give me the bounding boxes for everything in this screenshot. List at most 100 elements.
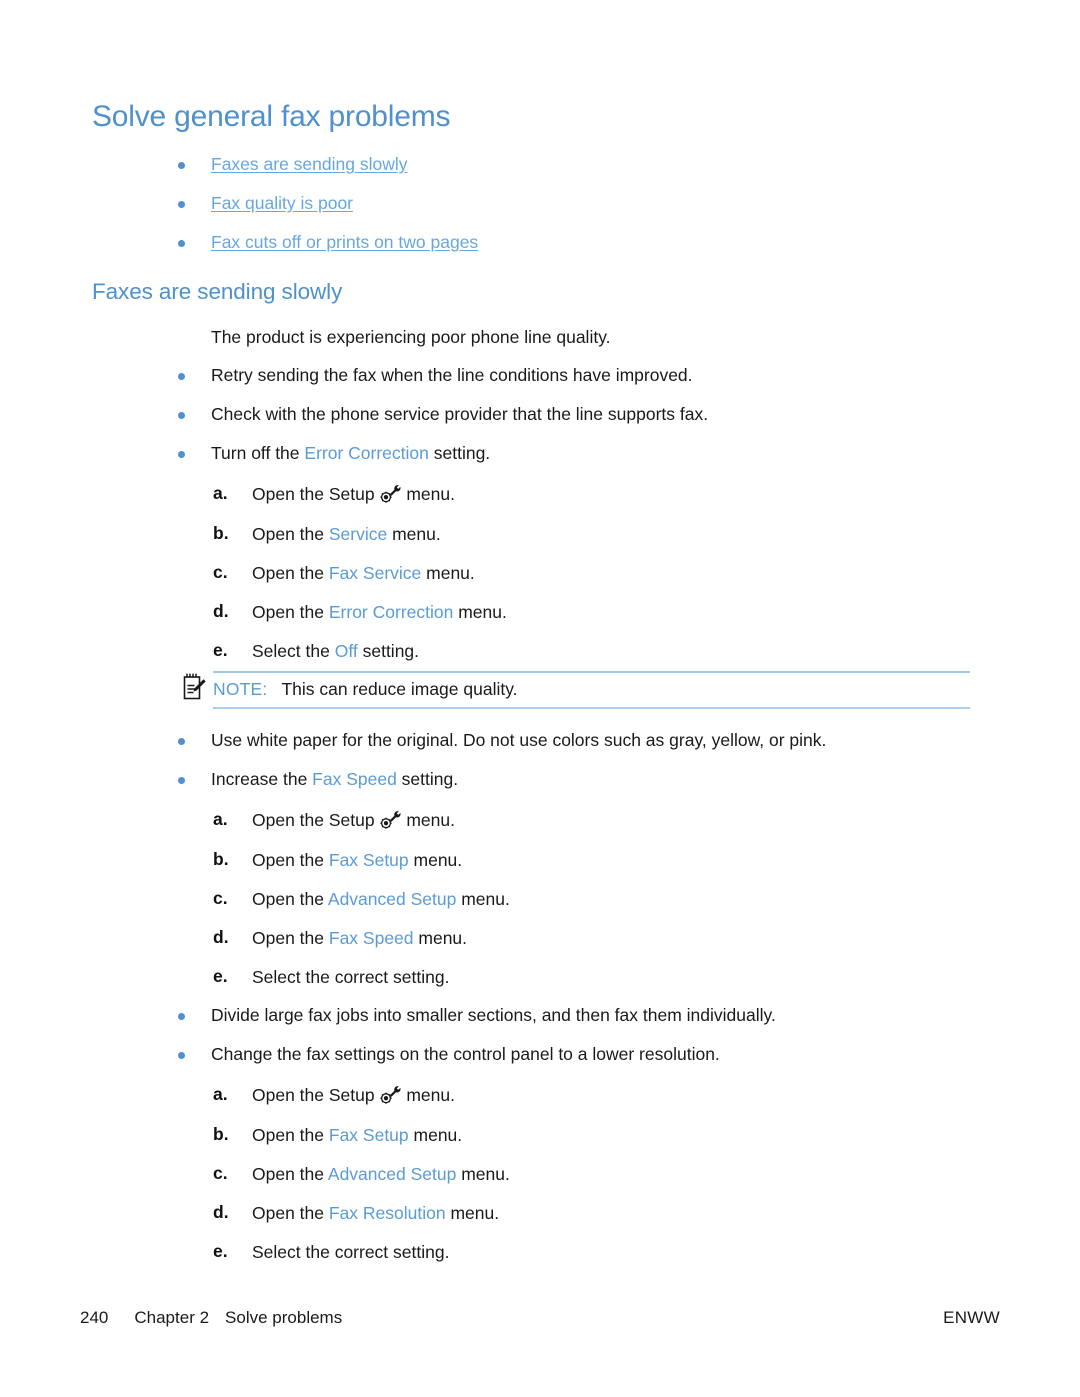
text-post: menu.: [387, 524, 441, 544]
text-pre: Open the: [252, 602, 329, 622]
ui-term: Advanced Setup: [327, 889, 457, 909]
note-text: This can reduce image quality.: [281, 679, 518, 699]
step-item: Open the Advanced Setup menu.: [252, 888, 510, 910]
ui-term: Off: [334, 641, 358, 661]
step-marker: e.: [213, 1241, 228, 1261]
intro-paragraph: The product is experiencing poor phone l…: [211, 327, 611, 347]
text-pre: Open the: [252, 928, 329, 948]
text-pre: Open the Setup: [252, 484, 380, 504]
text-pre: Increase the: [211, 769, 313, 789]
step-item: Select the correct setting.: [252, 1241, 449, 1263]
notepad-pencil-icon: [182, 672, 208, 702]
step-item: Select the Off setting.: [252, 640, 419, 662]
step-marker: e.: [213, 966, 228, 986]
toc-link-label[interactable]: Fax cuts off or prints on two pages: [211, 232, 478, 252]
list-item: Increase the Fax Speed setting.: [211, 768, 458, 790]
list-item: Turn off the Error Correction setting.: [211, 442, 490, 464]
note-admonition: NOTE: This can reduce image quality.: [182, 668, 972, 718]
note-body: NOTE: This can reduce image quality.: [213, 678, 518, 700]
list-bullet: [178, 738, 185, 745]
text-pre: Open the: [252, 889, 328, 909]
toc-item-2[interactable]: Fax cuts off or prints on two pages: [211, 231, 478, 253]
text-pre: Select the: [252, 641, 335, 661]
step-marker: a.: [213, 483, 228, 503]
step-marker: e.: [213, 640, 228, 660]
setup-gear-wrench-icon: [379, 484, 401, 504]
text-post: menu.: [413, 928, 468, 948]
toc-link-label[interactable]: Fax quality is poor: [211, 193, 353, 213]
step-marker: c.: [213, 1163, 228, 1183]
toc-bullet: [178, 201, 185, 208]
footer-chapter-title: Solve problems: [225, 1308, 343, 1327]
step-item: Open the Error Correction menu.: [252, 601, 507, 623]
setup-gear-wrench-icon: [379, 1085, 401, 1105]
list-item: Retry sending the fax when the line cond…: [211, 365, 693, 385]
ui-term: Fax Speed: [312, 769, 397, 789]
step-marker: b.: [213, 1124, 229, 1144]
list-item: Use white paper for the original. Do not…: [211, 730, 827, 750]
ui-term: Error Correction: [328, 602, 454, 622]
text-post: menu.: [401, 484, 455, 504]
text-pre: Open the: [252, 850, 329, 870]
note-label: NOTE:: [213, 679, 268, 699]
step-marker: d.: [213, 601, 229, 621]
toc-item-1[interactable]: Fax quality is poor: [211, 192, 353, 214]
list-item: Check with the phone service provider th…: [211, 404, 709, 424]
text-pre: Open the: [252, 563, 329, 583]
text-post: setting.: [357, 641, 420, 661]
step-item: Open the Fax Setup menu.: [252, 849, 462, 871]
step-item: Open the Service menu.: [252, 523, 441, 545]
step-item: Open the Setup menu.: [252, 1084, 455, 1106]
step-marker: d.: [213, 927, 229, 947]
list-bullet: [178, 777, 185, 784]
text-post: setting.: [428, 443, 491, 463]
ui-term: Fax Resolution: [328, 1203, 446, 1223]
text-pre: Turn off the: [211, 443, 305, 463]
text-post: menu.: [453, 602, 507, 622]
step-marker: c.: [213, 888, 228, 908]
toc-item-0[interactable]: Faxes are sending slowly: [211, 153, 407, 175]
list-item: Divide large fax jobs into smaller secti…: [211, 1005, 776, 1025]
step-item: Open the Fax Service menu.: [252, 562, 475, 584]
text-post: menu.: [445, 1203, 500, 1223]
ui-term: Advanced Setup: [327, 1164, 457, 1184]
toc-link-label[interactable]: Faxes are sending slowly: [211, 154, 407, 174]
step-item: Select the correct setting.: [252, 966, 449, 988]
ui-term: Fax Setup: [328, 850, 409, 870]
step-marker: d.: [213, 1202, 229, 1222]
text-post: menu.: [401, 1085, 455, 1105]
text-post: setting.: [396, 769, 459, 789]
list-bullet: [178, 373, 185, 380]
text-pre: Open the Setup: [252, 1085, 380, 1105]
footer-chapter: Chapter 2: [134, 1308, 210, 1327]
ui-term: Fax Service: [328, 563, 422, 583]
footer-locale: ENWW: [943, 1308, 1000, 1327]
step-item: Open the Fax Speed menu.: [252, 927, 467, 949]
text-post: menu.: [408, 1125, 463, 1145]
text-post: menu.: [456, 889, 510, 909]
setup-gear-wrench-icon: [379, 810, 401, 830]
list-bullet: [178, 451, 185, 458]
list-item: Change the fax settings on the control p…: [211, 1044, 720, 1064]
document-page: Solve general fax problems Faxes are sen…: [0, 0, 1080, 1397]
section-heading: Faxes are sending slowly: [92, 279, 343, 304]
text-pre: Select the correct setting.: [252, 967, 450, 987]
footer-left: 240 Chapter 2 Solve problems: [80, 1308, 342, 1328]
text-pre: Open the: [252, 1164, 328, 1184]
step-item: Open the Fax Setup menu.: [252, 1124, 462, 1146]
footer-page-number: 240: [80, 1308, 109, 1327]
text-post: menu.: [408, 850, 463, 870]
toc-bullet: [178, 240, 185, 247]
list-bullet: [178, 412, 185, 419]
step-item: Open the Advanced Setup menu.: [252, 1163, 510, 1185]
step-marker: c.: [213, 562, 228, 582]
ui-term: Service: [328, 524, 388, 544]
step-marker: b.: [213, 523, 229, 543]
ui-term: Fax Speed: [328, 928, 414, 948]
note-rule-bottom: [213, 707, 970, 709]
step-item: Open the Setup menu.: [252, 483, 455, 505]
step-item: Open the Setup menu.: [252, 809, 455, 831]
text-pre: Open the: [252, 1203, 329, 1223]
note-rule-top: [213, 671, 970, 673]
text-pre: Open the: [252, 1125, 329, 1145]
